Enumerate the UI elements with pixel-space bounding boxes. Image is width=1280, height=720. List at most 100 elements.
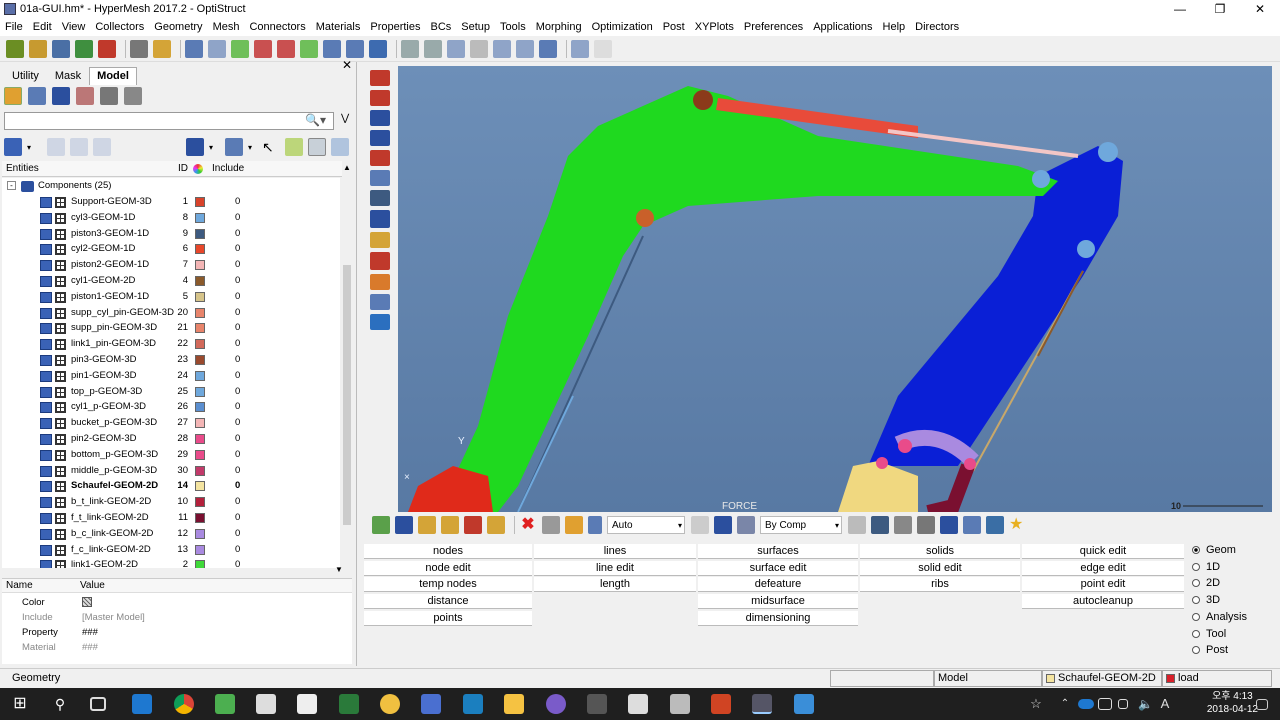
radio-tool[interactable]: Tool (1192, 628, 1226, 640)
photos-icon[interactable] (463, 694, 483, 714)
panel-button-distance[interactable]: distance (364, 594, 532, 610)
component-color-swatch[interactable] (195, 212, 205, 223)
import-geometry-icon[interactable] (75, 39, 93, 58)
component-color-swatch[interactable] (195, 386, 205, 397)
scroll-down-icon[interactable]: ▼ (335, 565, 343, 574)
radio-geom[interactable]: Geom (1192, 544, 1236, 556)
component-color-swatch[interactable] (195, 402, 205, 413)
element-color-icon[interactable] (370, 90, 390, 106)
component-color-swatch[interactable] (195, 291, 205, 302)
view-iso-icon[interactable] (231, 39, 249, 58)
component-color-swatch[interactable] (195, 465, 205, 476)
shaded-icon[interactable] (370, 130, 390, 146)
component-color-swatch[interactable] (195, 418, 205, 429)
panel-button-length[interactable]: length (534, 577, 696, 593)
view-left-icon[interactable] (346, 39, 364, 58)
panel-button-edge-edit[interactable]: edge edit (1022, 560, 1184, 576)
surface-style-icon[interactable] (714, 516, 732, 534)
radio-post[interactable]: Post (1192, 644, 1228, 656)
component-row[interactable]: pin3-GEOM-3D 23 0 (2, 353, 340, 369)
component-row[interactable]: cyl1-GEOM-2D 4 0 (2, 274, 340, 290)
component-color-swatch[interactable] (195, 339, 205, 350)
radio-button-icon[interactable] (1192, 546, 1200, 554)
export-icon[interactable] (98, 39, 116, 58)
cube-icon[interactable] (186, 138, 204, 156)
component-color-swatch[interactable] (195, 497, 205, 508)
view-top-icon[interactable] (254, 39, 272, 58)
system-icon[interactable] (441, 516, 459, 534)
view-back-icon[interactable] (323, 39, 341, 58)
search-icon[interactable]: ⚲ (50, 694, 70, 714)
powerpoint-icon[interactable] (711, 694, 731, 714)
show-all-icon[interactable] (308, 138, 326, 156)
user-profile-icon[interactable] (130, 39, 148, 58)
component-color-icon[interactable] (370, 70, 390, 86)
network-icon[interactable] (1098, 698, 1112, 710)
menu-xyplots[interactable]: XYPlots (690, 21, 739, 33)
scroll-up-icon[interactable]: ▲ (343, 163, 351, 172)
show-icon[interactable] (47, 138, 65, 156)
mixed-icon[interactable] (370, 150, 390, 166)
hide-icon[interactable] (70, 138, 88, 156)
tab-utility[interactable]: Utility (4, 67, 47, 85)
component-row[interactable]: Support-GEOM-3D 1 0 (2, 195, 340, 211)
open-model-icon[interactable] (6, 39, 24, 58)
action-center-icon[interactable] (1256, 699, 1268, 710)
panel-button-solids[interactable]: solids (860, 544, 1020, 559)
radio-1d[interactable]: 1D (1192, 561, 1220, 573)
component-color-swatch[interactable] (195, 307, 205, 318)
panel-button-nodes[interactable]: nodes (364, 544, 532, 559)
undo-icon[interactable] (571, 39, 589, 58)
component-row[interactable]: cyl3-GEOM-1D 8 0 (2, 211, 340, 227)
eye-icon[interactable] (331, 138, 349, 156)
search-icon[interactable]: 🔍▾ (305, 113, 326, 127)
color-pattern-swatch[interactable] (82, 597, 92, 607)
line-icon[interactable] (894, 516, 912, 534)
panel-button-temp-nodes[interactable]: temp nodes (364, 577, 532, 593)
panel-button-quick-edit[interactable]: quick edit (1022, 544, 1184, 559)
status-load-collector[interactable]: load (1162, 670, 1272, 687)
menu-morphing[interactable]: Morphing (531, 21, 587, 33)
spin-icon[interactable] (516, 39, 534, 58)
id-label-icon[interactable] (370, 210, 390, 228)
collector-icon[interactable] (464, 516, 482, 534)
panel-button-dimensioning[interactable]: dimensioning (698, 610, 858, 626)
abc-text-icon[interactable] (370, 274, 390, 290)
component-row[interactable]: top_p-GEOM-3D 25 0 (2, 385, 340, 401)
panel-button-surface-edit[interactable]: surface edit (698, 560, 858, 576)
component-color-swatch[interactable] (195, 244, 205, 255)
element-shading-icon[interactable] (871, 516, 889, 534)
geometry-style-icon[interactable] (691, 516, 709, 534)
element-style-icon[interactable] (848, 516, 866, 534)
graphics-viewport[interactable]: Y × FORCE 10 (398, 66, 1272, 512)
component-row[interactable]: f_c_link-GEOM-2D 13 0 (2, 543, 340, 559)
radio-button-icon[interactable] (1192, 612, 1200, 621)
component-color-swatch[interactable] (195, 370, 205, 381)
view-right-icon[interactable] (369, 39, 387, 58)
clock[interactable]: 오후 4:13 2018-04-12 (1207, 690, 1258, 716)
cursor-icon[interactable]: ↖ (262, 138, 280, 156)
menu-optimization[interactable]: Optimization (587, 21, 658, 33)
import-icon[interactable] (29, 39, 47, 58)
feature-icon[interactable] (940, 516, 958, 534)
display-mode-icon[interactable] (225, 138, 243, 156)
part-view-icon[interactable] (100, 87, 118, 105)
model-files-icon[interactable] (153, 39, 171, 58)
solid-style-icon[interactable] (737, 516, 755, 534)
component-color-swatch[interactable] (195, 434, 205, 444)
component-row[interactable]: bottom_p-GEOM-3D 29 0 (2, 448, 340, 464)
menu-preferences[interactable]: Preferences (739, 21, 808, 33)
component-color-swatch[interactable] (195, 197, 205, 207)
isolate-icon[interactable] (93, 138, 111, 156)
menu-geometry[interactable]: Geometry (149, 21, 207, 33)
panel-button-ribs[interactable]: ribs (860, 577, 1020, 593)
settings-icon[interactable] (124, 87, 142, 105)
close-button[interactable]: ✕ (1240, 0, 1280, 18)
free-edge-icon[interactable] (370, 314, 390, 330)
component-color-swatch[interactable] (195, 449, 205, 460)
delete-icon[interactable]: ✖ (519, 516, 537, 534)
browser-search-input[interactable] (4, 112, 334, 130)
input-language[interactable]: A (1158, 694, 1172, 714)
menu-applications[interactable]: Applications (808, 21, 877, 33)
auto-combo[interactable]: Auto ▾ (607, 516, 685, 534)
